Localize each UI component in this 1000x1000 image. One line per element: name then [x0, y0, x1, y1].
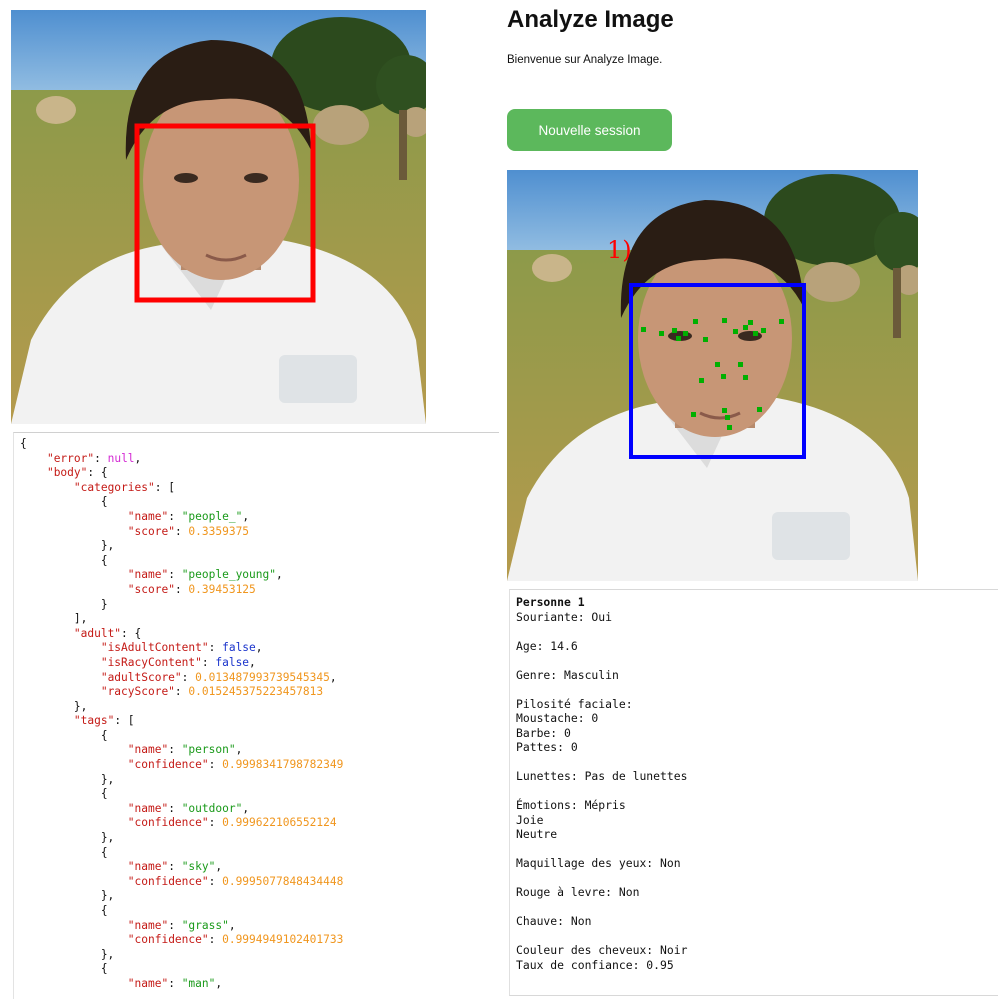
json-line: { — [20, 437, 27, 450]
lip-makeup-line: Rouge à levre: Non — [516, 885, 640, 899]
json-line: "body": { — [46, 466, 108, 480]
json-line: }, — [20, 831, 115, 845]
analyzed-photo-left — [11, 10, 426, 424]
json-line: "name": "outdoor", — [127, 801, 250, 815]
json-line: }, — [20, 699, 88, 713]
emotion-joy: Joie — [516, 812, 544, 827]
face-index-label: 1) — [607, 236, 632, 264]
json-response-viewer[interactable]: { "error": null, "body": { "categories":… — [13, 432, 499, 999]
bald-line: Chauve: Non — [516, 914, 592, 928]
json-code: { "error": null, "body": { "categories":… — [14, 433, 499, 992]
json-line: "name": "grass", — [127, 918, 236, 932]
json-line: "confidence": 0.9995077848434448 — [127, 874, 344, 888]
analyzed-photo-right: 1) — [507, 170, 918, 581]
json-line: } — [20, 597, 108, 611]
json-line: { — [20, 553, 108, 567]
json-line: "adultScore": 0.013487993739545345, — [100, 670, 337, 684]
emotions-title: Émotions: Mépris — [516, 798, 626, 812]
age-line: Age: 14.6 — [516, 638, 578, 653]
json-line: }, — [20, 539, 115, 553]
json-line: "isRacyContent": false, — [100, 655, 256, 669]
json-line: "confidence": 0.9998341798782349 — [127, 758, 344, 772]
json-line: "adult": { — [73, 626, 142, 640]
new-session-button[interactable]: Nouvelle session — [507, 109, 672, 151]
json-line: "confidence": 0.9994949102401733 — [127, 933, 344, 947]
facial-hair-title: Pilosité faciale: — [516, 696, 633, 711]
json-line: { — [20, 962, 108, 976]
moustache-line: Moustache: 0 — [516, 711, 599, 725]
json-line: { — [20, 495, 108, 509]
json-line: "racyScore": 0.015245375223457813 — [100, 685, 324, 699]
json-line: }, — [20, 947, 115, 961]
json-line: "confidence": 0.999622106552124 — [127, 816, 337, 830]
confidence-line: Taux de confiance: 0.95 — [516, 957, 674, 972]
eye-makeup-line: Maquillage des yeux: Non — [516, 856, 681, 870]
json-line: "name": "man", — [127, 976, 223, 990]
json-line: }, — [20, 772, 115, 786]
welcome-text: Bienvenue sur Analyze Image. — [507, 54, 663, 66]
json-line: { — [20, 787, 108, 801]
json-line: "categories": [ — [73, 480, 175, 494]
photo-illustration — [11, 10, 426, 424]
json-line: "score": 0.3359375 — [127, 524, 250, 538]
beard-line: Barbe: 0 — [516, 725, 571, 740]
json-line: }, — [20, 889, 115, 903]
json-line: "error": null, — [46, 451, 142, 465]
photo-illustration-annotated: 1) — [507, 170, 918, 581]
hair-color-line: Couleur des cheveux: Noir — [516, 943, 688, 957]
json-line: { — [20, 845, 108, 859]
glasses-line: Lunettes: Pas de lunettes — [516, 769, 688, 783]
json-line: "isAdultContent": false, — [100, 641, 263, 655]
json-line: { — [20, 904, 108, 917]
json-line: "tags": [ — [73, 714, 135, 728]
emotion-neutral: Neutre — [516, 827, 558, 841]
json-line: "name": "people_", — [127, 509, 250, 523]
json-line: "score": 0.39453125 — [127, 582, 256, 596]
json-line: "name": "people_young", — [127, 568, 283, 582]
smiling-line: Souriante: Oui — [516, 609, 613, 624]
json-line: { — [20, 728, 108, 742]
gender-line: Genre: Masculin — [516, 667, 619, 682]
page-title: Analyze Image — [507, 6, 674, 33]
person-title: Personne 1 — [516, 595, 585, 609]
json-line: "name": "person", — [127, 743, 243, 757]
json-line: "name": "sky", — [127, 860, 223, 874]
face-analysis-result: Personne 1 Souriante: Oui Age: 14.6 Genr… — [509, 589, 998, 996]
json-line: ], — [20, 612, 88, 626]
sideburns-line: Pattes: 0 — [516, 740, 578, 754]
